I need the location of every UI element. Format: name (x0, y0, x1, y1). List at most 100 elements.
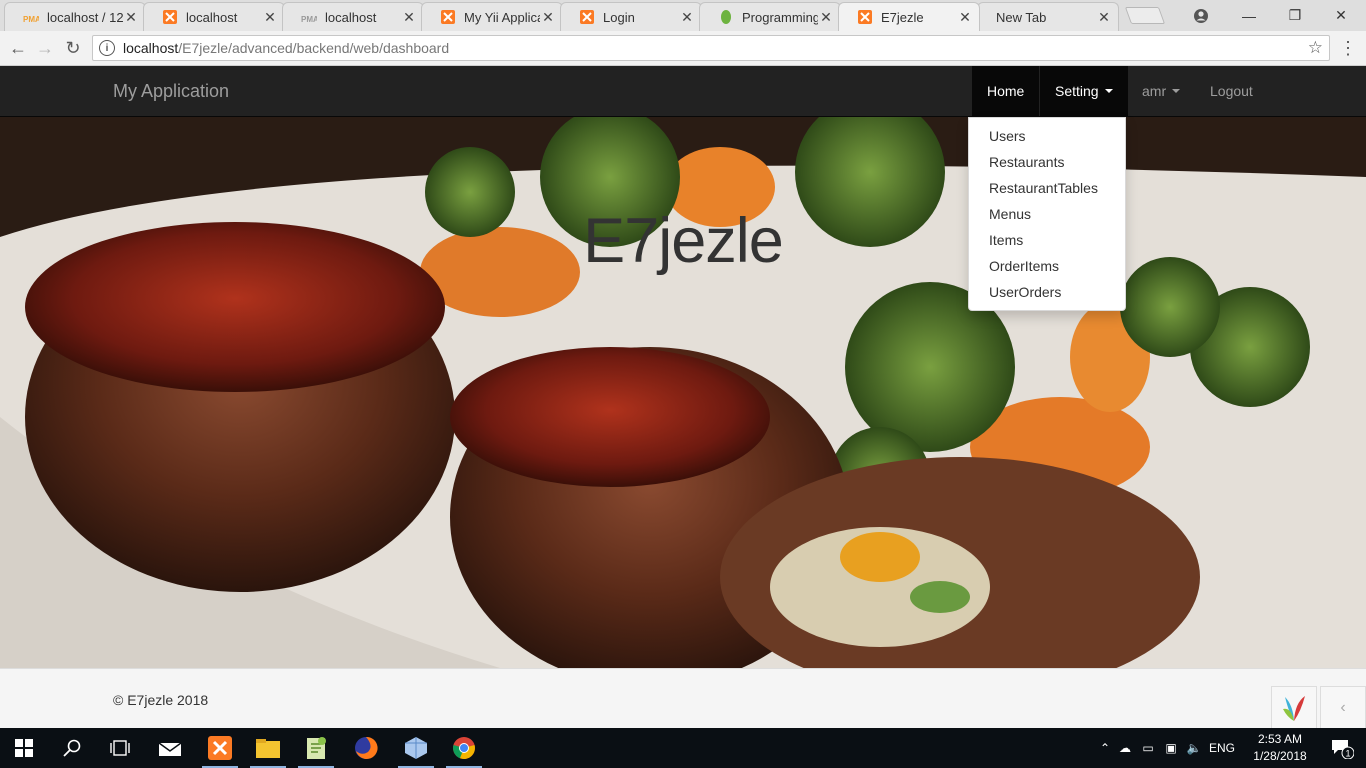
close-tab-icon[interactable]: ✕ (679, 9, 695, 26)
tab-title: localhost (325, 9, 377, 25)
search-icon[interactable] (48, 728, 96, 768)
menu-item-restaurant-tables[interactable]: RestaurantTables (969, 175, 1125, 201)
browser-tab-programming[interactable]: Programming ✕ (699, 2, 841, 31)
xampp-taskbar-icon[interactable] (196, 728, 244, 768)
browser-tab-new-tab[interactable]: New Tab ✕ (977, 2, 1119, 31)
debug-toolbar-toggle-icon[interactable]: ‹ (1320, 686, 1366, 728)
close-tab-icon[interactable]: ✕ (957, 9, 973, 26)
close-tab-icon[interactable]: ✕ (540, 9, 556, 26)
menu-item-restaurants[interactable]: Restaurants (969, 149, 1125, 175)
tab-title: localhost (186, 9, 238, 25)
menu-item-items[interactable]: Items (969, 227, 1125, 253)
network-icon[interactable]: ▣ (1159, 741, 1183, 755)
food-photo-graphic (0, 117, 1366, 668)
close-tab-icon[interactable]: ✕ (123, 9, 139, 26)
hero-title: E7jezle (583, 206, 784, 276)
taskbar-clock[interactable]: 2:53 AM 1/28/2018 (1250, 731, 1310, 765)
nav-user-dropdown[interactable]: amr (1127, 66, 1195, 116)
forward-arrow-icon[interactable]: → (32, 35, 58, 61)
xampp-icon (162, 9, 178, 25)
clock-date: 1/28/2018 (1253, 749, 1307, 763)
input-language[interactable]: ENG (1205, 741, 1239, 755)
caret-down-icon (1104, 89, 1113, 93)
virtual-box-icon[interactable] (392, 728, 440, 768)
nav-home[interactable]: Home (972, 66, 1040, 116)
notepad-plus-plus-icon[interactable] (292, 728, 340, 768)
tab-title: New Tab (996, 9, 1047, 25)
nav-home-label: Home (987, 83, 1025, 99)
setting-dropdown-menu: Users Restaurants RestaurantTables Menus… (968, 117, 1126, 311)
nav-logout[interactable]: Logout (1195, 66, 1268, 116)
back-arrow-icon[interactable]: ← (5, 35, 31, 61)
tab-title: E7jezle (881, 9, 924, 25)
browser-tab-strip: PMA localhost / 127 ✕ localhost ✕ PMA lo… (0, 0, 1366, 31)
chrome-icon[interactable] (440, 728, 488, 768)
url-host: localhost (123, 40, 179, 56)
windows-start-icon[interactable] (0, 728, 48, 768)
close-tab-icon[interactable]: ✕ (1096, 9, 1112, 26)
tab-title: Programming (742, 9, 818, 25)
reload-icon[interactable]: ↻ (60, 35, 86, 61)
xampp-icon (857, 9, 873, 25)
mail-icon[interactable] (146, 728, 194, 768)
notification-count: 1 (1346, 749, 1351, 759)
svg-text:PMA: PMA (301, 15, 317, 23)
tab-title: Login (603, 9, 635, 25)
hero-food-image: E7jezle (0, 117, 1366, 668)
nav-logout-label: Logout (1210, 83, 1253, 99)
menu-item-user-orders[interactable]: UserOrders (969, 279, 1125, 305)
browser-toolbar: ← → ↻ i localhost/E7jezle/advanced/backe… (0, 31, 1366, 66)
battery-icon[interactable]: ▭ (1137, 741, 1159, 755)
nav-user-label: amr (1142, 83, 1167, 99)
onedrive-cloud-icon[interactable]: ☁ (1113, 741, 1137, 755)
task-view-icon[interactable] (96, 728, 144, 768)
tab-title: My Yii Applicat (464, 9, 540, 25)
xampp-icon (579, 9, 595, 25)
profile-icon[interactable] (1178, 0, 1224, 31)
bookmark-star-icon[interactable]: ☆ (1308, 38, 1323, 58)
close-tab-icon[interactable]: ✕ (818, 9, 834, 26)
tray-overflow-chevron-icon[interactable]: ⌃ (1097, 741, 1113, 755)
windows-taskbar: ⌃ ☁ ▭ ▣ 🔈 ENG 2:53 AM 1/28/2018 1 (0, 728, 1366, 768)
tab-title: localhost / 127 (47, 9, 123, 25)
system-tray: ⌃ ☁ ▭ ▣ 🔈 ENG (1097, 728, 1239, 768)
firefox-icon[interactable] (342, 728, 390, 768)
address-bar[interactable]: i localhost/E7jezle/advanced/backend/web… (92, 35, 1330, 61)
action-center-icon[interactable]: 1 (1318, 728, 1366, 768)
phpmyadmin-icon: PMA (23, 9, 39, 25)
xampp-icon (440, 9, 456, 25)
restore-window-button[interactable]: ❐ (1272, 0, 1318, 31)
yii-debug-logo-icon[interactable] (1271, 686, 1317, 728)
close-tab-icon[interactable]: ✕ (262, 9, 278, 26)
close-window-button[interactable]: ✕ (1318, 0, 1364, 31)
file-explorer-icon[interactable] (244, 728, 292, 768)
browser-tab-yii-app[interactable]: My Yii Applicat ✕ (421, 2, 563, 31)
phpmyadmin-icon: PMA (301, 9, 317, 25)
browser-tab-localhost[interactable]: localhost ✕ (143, 2, 285, 31)
menu-item-order-items[interactable]: OrderItems (969, 253, 1125, 279)
browser-tab-e7jezle[interactable]: E7jezle ✕ (838, 2, 980, 31)
close-tab-icon[interactable]: ✕ (401, 9, 417, 26)
menu-item-users[interactable]: Users (969, 123, 1125, 149)
browser-tab-login[interactable]: Login ✕ (560, 2, 702, 31)
new-tab-button[interactable] (1124, 7, 1166, 24)
caret-down-icon (1172, 89, 1181, 93)
browser-tab-phpmyadmin[interactable]: PMA localhost / 127 ✕ (4, 2, 146, 31)
browser-menu-icon[interactable]: ⋮ (1339, 35, 1357, 61)
svg-text:PMA: PMA (23, 15, 39, 23)
top-navbar: My Application Home Setting amr Logout (0, 66, 1366, 117)
browser-tab-localhost-2[interactable]: PMA localhost ✕ (282, 2, 424, 31)
navbar-brand[interactable]: My Application (113, 81, 229, 102)
page-footer: © E7jezle 2018 ‹ (0, 668, 1366, 728)
site-info-icon[interactable]: i (99, 40, 115, 56)
nav-setting-dropdown[interactable]: Setting (1040, 66, 1128, 116)
menu-item-menus[interactable]: Menus (969, 201, 1125, 227)
url-path: /E7jezle/advanced/backend/web/dashboard (178, 40, 450, 56)
web-page: My Application Home Setting amr Logout E… (0, 66, 1366, 728)
nav-setting-label: Setting (1055, 83, 1099, 99)
volume-icon[interactable]: 🔈 (1183, 741, 1205, 755)
leaf-icon (718, 9, 734, 25)
clock-time: 2:53 AM (1257, 732, 1303, 746)
minimize-window-button[interactable]: — (1226, 0, 1272, 31)
footer-copyright: © E7jezle 2018 (113, 692, 209, 708)
